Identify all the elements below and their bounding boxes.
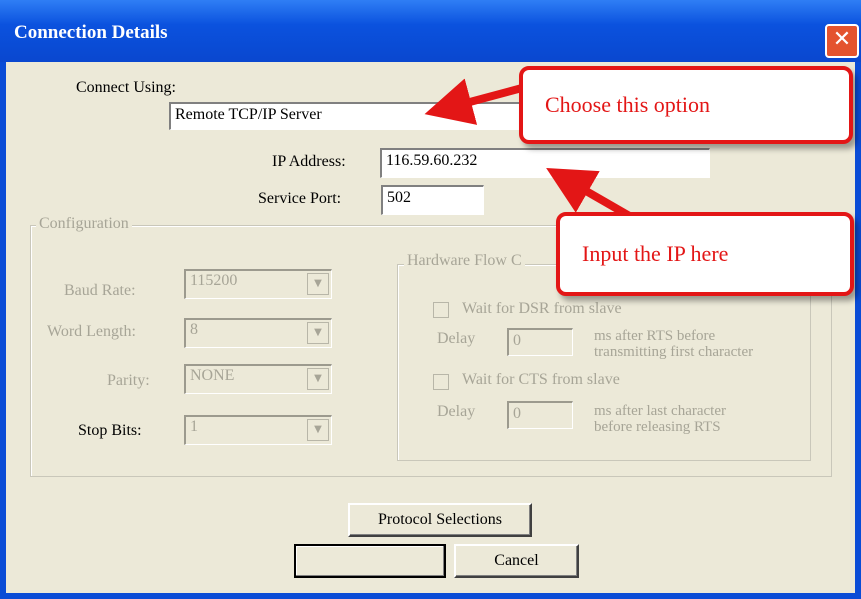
baud-rate-select[interactable]: 115200 ▼ [184,269,332,299]
ip-address-label: IP Address: [272,153,346,170]
dsr-note-line1: ms after RTS before [594,328,716,344]
service-port-field[interactable]: 502 [381,185,484,215]
dialog-window: Connection Details ✕ Connect Using: Remo… [0,0,861,599]
service-port-label: Service Port: [258,190,342,207]
cts-delay-label: Delay [437,403,476,420]
cts-delay-value: 0 [513,405,521,422]
dsr-delay-label: Delay [437,330,476,347]
parity-label: Parity: [107,372,150,389]
protocol-selections-label: Protocol Selections [378,511,502,528]
stop-bits-label: Stop Bits: [78,422,142,439]
close-icon: ✕ [832,27,852,52]
dsr-delay-value: 0 [513,332,521,349]
connect-using-select[interactable]: Remote TCP/IP Server [169,102,569,130]
protocol-selections-button[interactable]: Protocol Selections [348,503,532,537]
ip-address-field[interactable]: 116.59.60.232 [380,148,710,178]
callout-choose-text: Choose this option [545,92,711,117]
baud-rate-value: 115200 [190,272,238,289]
chevron-down-icon: ▼ [307,419,329,441]
callout-input-ip: Input the IP here [556,212,854,296]
cts-delay-field[interactable]: 0 [507,401,573,429]
stop-bits-value: 1 [190,418,198,435]
cts-note: ms after last character before releasing… [594,403,726,435]
callout-choose-option: Choose this option [519,66,853,144]
parity-select[interactable]: NONE ▼ [184,364,332,394]
configuration-legend: Configuration [36,215,132,233]
word-length-label: Word Length: [47,323,136,340]
cancel-label: Cancel [494,552,539,569]
parity-value: NONE [190,367,235,384]
service-port-value: 502 [387,189,411,206]
connect-using-label: Connect Using: [76,79,176,96]
word-length-select[interactable]: 8 ▼ [184,318,332,348]
stop-bits-select[interactable]: 1 ▼ [184,415,332,445]
dsr-checkbox[interactable] [433,302,449,318]
callout-ip-text: Input the IP here [582,241,729,266]
cts-note-line1: ms after last character [594,403,727,419]
ip-address-value: 116.59.60.232 [386,152,478,169]
dsr-label: Wait for DSR from slave [462,300,622,317]
chevron-down-icon: ▼ [307,368,329,390]
title-bar[interactable]: Connection Details ✕ [0,0,861,62]
dsr-note: ms after RTS before transmitting first c… [594,328,753,360]
chevron-down-icon: ▼ [307,273,329,295]
word-length-value: 8 [190,321,198,338]
cts-note-line2: before releasing RTS [594,419,721,435]
dsr-delay-field[interactable]: 0 [507,328,573,356]
ok-button[interactable] [294,544,446,578]
baud-rate-label: Baud Rate: [64,282,136,299]
cts-label: Wait for CTS from slave [462,371,620,388]
hardware-flow-legend: Hardware Flow C [404,252,525,270]
connect-using-value: Remote TCP/IP Server [175,106,322,123]
cancel-button[interactable]: Cancel [454,544,579,578]
close-button[interactable]: ✕ [825,24,859,58]
chevron-down-icon: ▼ [307,322,329,344]
dsr-note-line2: transmitting first character [594,344,754,360]
window-title: Connection Details [14,22,168,43]
cts-checkbox[interactable] [433,374,449,390]
